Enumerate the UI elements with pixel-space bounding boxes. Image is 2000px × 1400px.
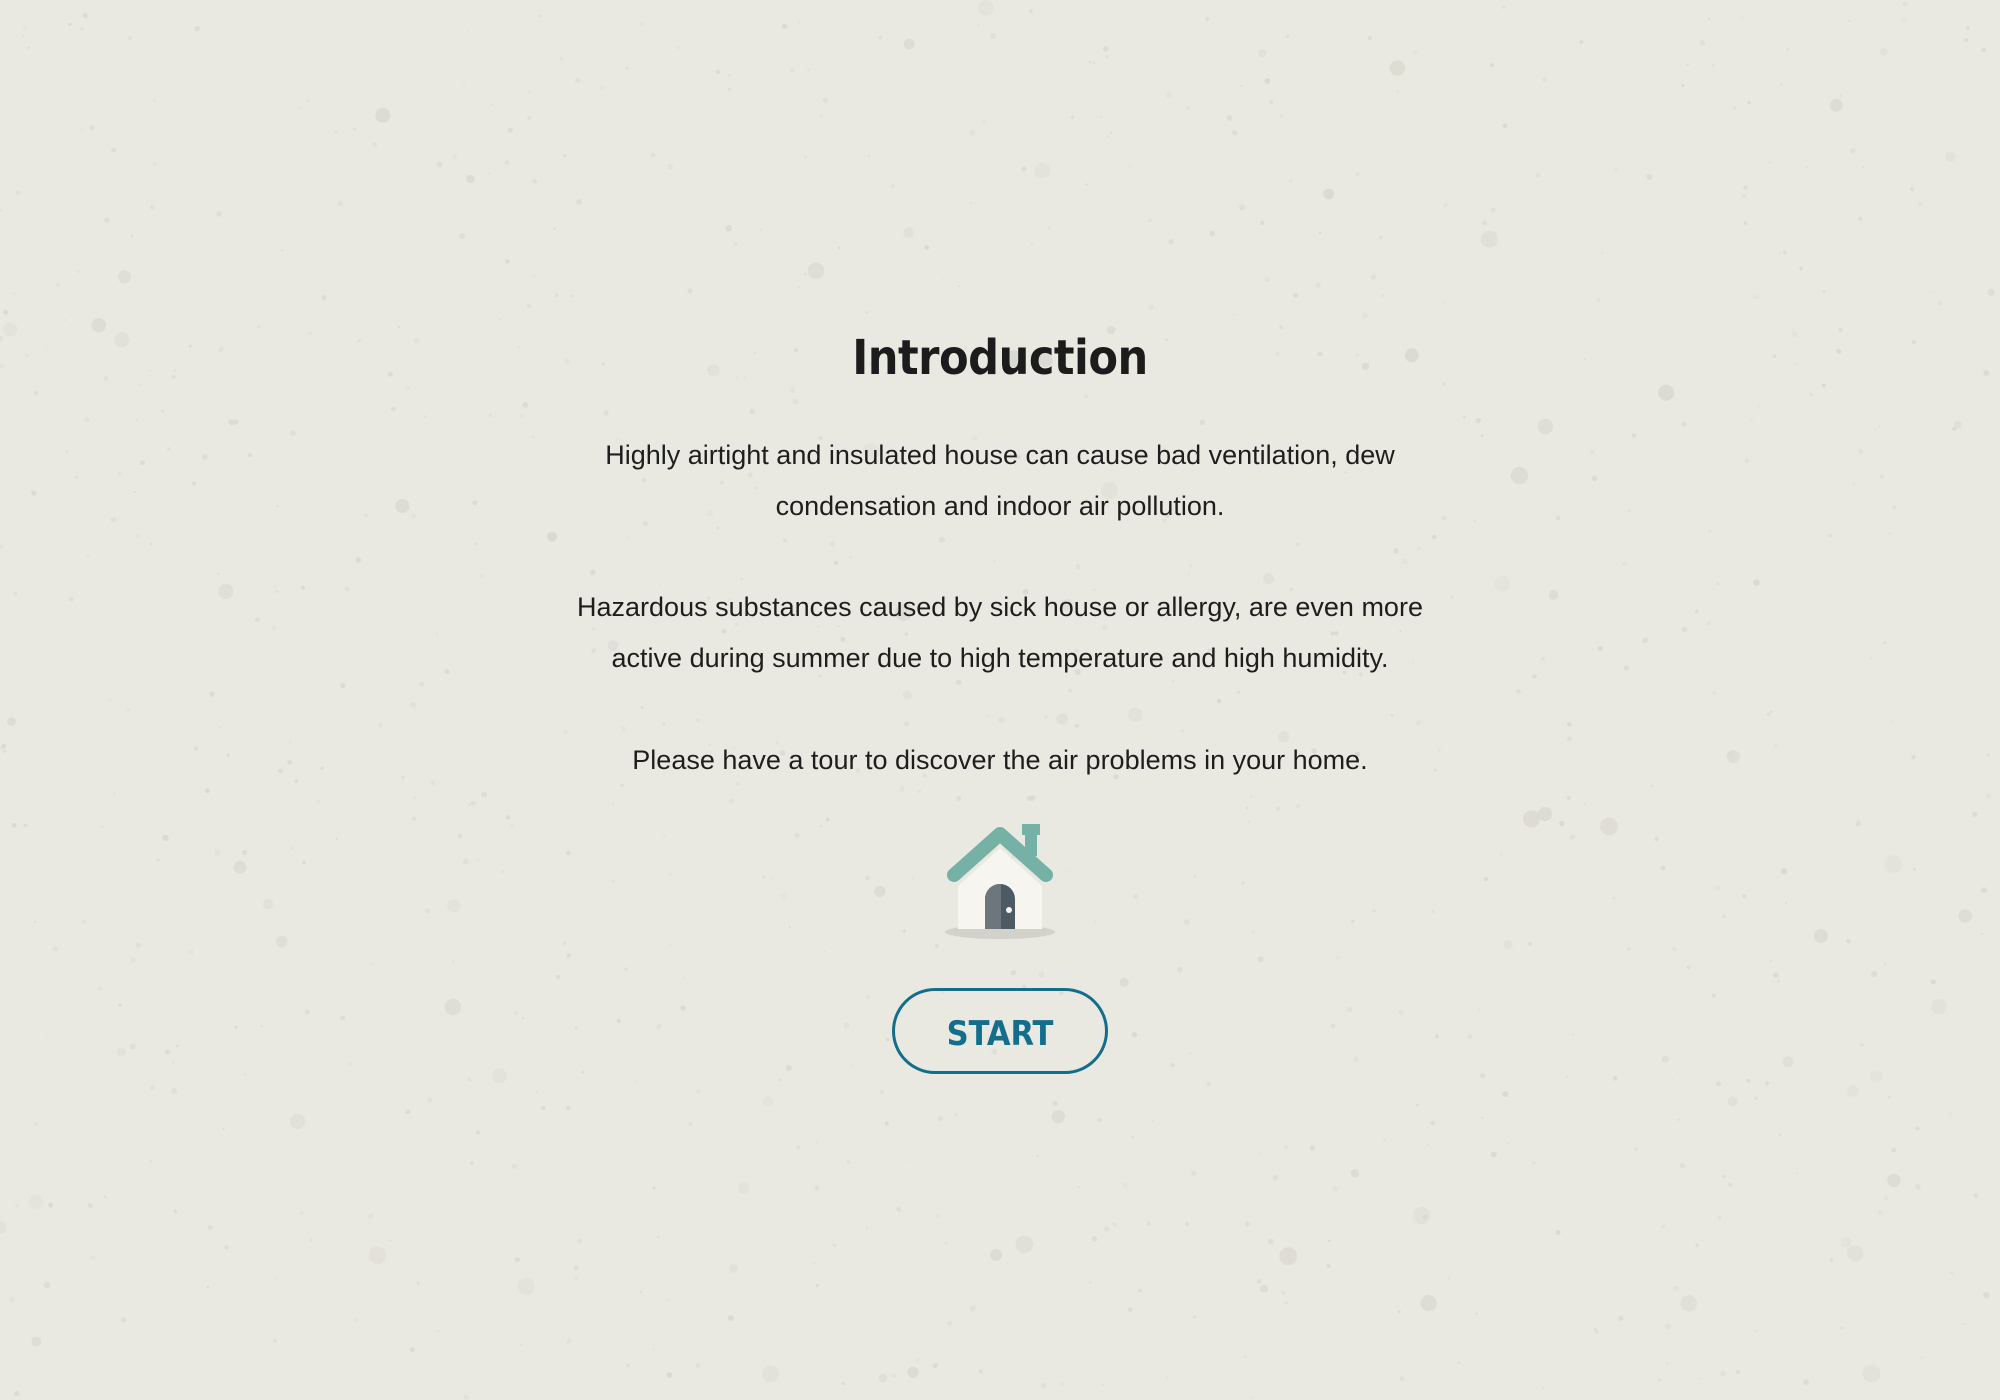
intro-paragraph: Highly airtight and insulated house can … [605, 440, 1395, 521]
page-title: Introduction [852, 330, 1148, 386]
intro-paragraph: Hazardous substances caused by sick hous… [577, 592, 1423, 673]
intro-paragraph: Please have a tour to discover the air p… [632, 745, 1368, 775]
start-button[interactable]: START [892, 988, 1108, 1074]
house-icon [935, 814, 1065, 944]
intro-text: Highly airtight and insulated house can … [540, 430, 1460, 786]
intro-section: Introduction Highly airtight and insulat… [0, 318, 2000, 1074]
